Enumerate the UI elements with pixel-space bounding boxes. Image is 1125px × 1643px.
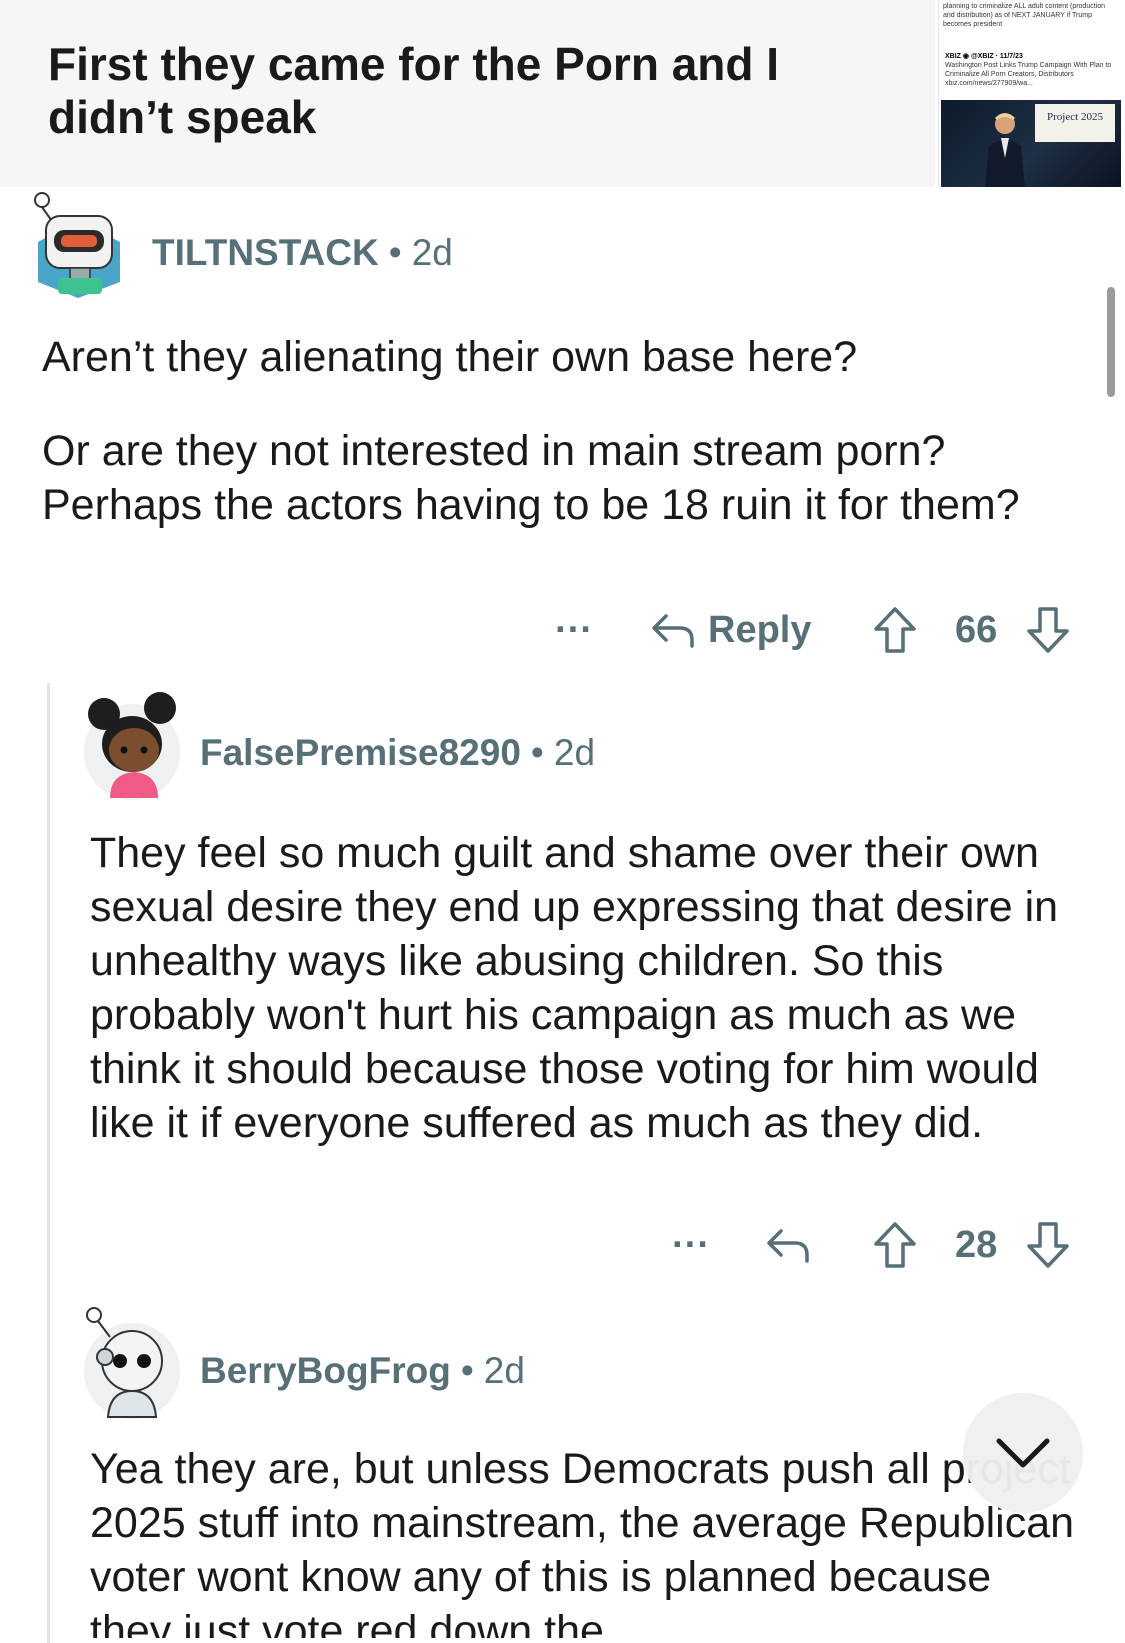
thumbnail-tweet-account: XBIZ ◉ @XBIZ · 11/7/23 <box>945 53 1023 60</box>
post-title: First they came for the Porn and I didn’… <box>48 38 780 143</box>
comment-body: Yea they are, but unless Democrats push … <box>90 1442 1080 1638</box>
thumbnail-photo: Project 2025 <box>941 100 1121 187</box>
upvote-button[interactable] <box>872 1215 918 1275</box>
meta-separator: • <box>388 232 402 273</box>
downvote-icon <box>1027 607 1069 653</box>
girl-avatar-icon[interactable] <box>80 690 184 802</box>
thumbnail-tweet: XBIZ ◉ @XBIZ · 11/7/23 Washington Post L… <box>945 52 1115 88</box>
person-silhouette-icon <box>985 113 1025 187</box>
upvote-icon <box>874 1222 916 1268</box>
reply-arrow-icon <box>652 614 694 648</box>
comment-paragraph: They feel so much guilt and shame over t… <box>90 829 1059 1147</box>
chevron-down-icon <box>996 1438 1050 1468</box>
vote-score: 28 <box>955 1215 997 1275</box>
comment-paragraph: Or are they not interested in main strea… <box>42 427 1020 529</box>
comment-paragraph: Yea they are, but unless Democrats push … <box>90 1445 1075 1638</box>
thread-line[interactable] <box>47 683 50 1643</box>
score-value: 66 <box>955 608 998 651</box>
meta-separator: • <box>530 732 544 773</box>
comment-body: Aren’t they alienating their own base he… <box>42 330 1052 532</box>
comment-meta: TILTNSTACK • 2d <box>152 232 453 274</box>
downvote-button[interactable] <box>1025 1215 1071 1275</box>
comment-age: 2d <box>411 232 453 273</box>
meta-separator: • <box>460 1350 474 1391</box>
robot-avatar-icon[interactable] <box>28 190 128 300</box>
project-2025-badge: Project 2025 <box>1035 104 1115 142</box>
comment-username[interactable]: FalsePremise8290 <box>200 732 521 773</box>
reply-button[interactable] <box>765 1215 811 1275</box>
comment-meta: FalsePremise8290 • 2d <box>200 732 595 774</box>
astronaut-avatar-icon[interactable] <box>80 1305 184 1421</box>
collapse-thread-button[interactable] <box>963 1393 1083 1513</box>
score-value: 28 <box>955 1223 998 1266</box>
more-dots-icon: ··· <box>555 608 593 651</box>
post-thumbnail[interactable]: planning to criminalize ALL adult conten… <box>938 0 1121 187</box>
reply-button[interactable]: Reply <box>650 600 811 660</box>
reply-label: Reply <box>708 608 812 651</box>
reply-arrow-icon <box>767 1229 809 1263</box>
thumbnail-caption: planning to criminalize ALL adult conten… <box>943 3 1106 28</box>
comment-paragraph: Aren’t they alienating their own base he… <box>42 333 858 381</box>
comment-actions: ··· Reply 66 <box>0 600 1080 660</box>
thumbnail-tweet-text: Washington Post Links Trump Campaign Wit… <box>945 62 1112 87</box>
comment-body: They feel so much guilt and shame over t… <box>90 826 1065 1150</box>
more-dots-icon: ··· <box>672 1223 710 1266</box>
upvote-button[interactable] <box>872 600 918 660</box>
comment-age: 2d <box>483 1350 525 1391</box>
scrollbar[interactable] <box>1107 287 1115 397</box>
comment-actions: ··· 28 <box>0 1215 1080 1275</box>
more-options-button[interactable]: ··· <box>555 600 593 660</box>
comment-username[interactable]: BerryBogFrog <box>200 1350 451 1391</box>
upvote-icon <box>874 607 916 653</box>
more-options-button[interactable]: ··· <box>672 1215 710 1275</box>
downvote-icon <box>1027 1222 1069 1268</box>
comment-age: 2d <box>553 732 596 773</box>
vote-score: 66 <box>955 600 997 660</box>
post-header[interactable]: First they came for the Porn and I didn’… <box>0 0 935 187</box>
comment-meta: BerryBogFrog • 2d <box>200 1350 525 1392</box>
comment-username[interactable]: TILTNSTACK <box>152 232 379 273</box>
downvote-button[interactable] <box>1025 600 1071 660</box>
